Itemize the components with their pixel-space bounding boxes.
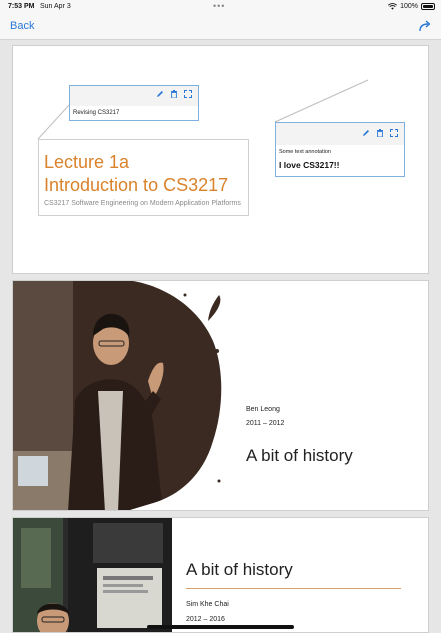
wifi-icon — [388, 3, 398, 10]
speaker-years: 2011 – 2012 — [246, 420, 285, 427]
slide-1[interactable]: Lecture 1a Introduction to CS3217 CS3217… — [12, 45, 429, 274]
slide-2[interactable]: Ben Leong 2011 – 2012 A bit of history — [12, 280, 429, 511]
speaker-photo — [13, 281, 223, 510]
expand-icon[interactable] — [390, 129, 398, 137]
trash-icon[interactable] — [170, 90, 178, 98]
slide-title: Lecture 1a Introduction to CS3217 — [44, 151, 228, 197]
pencil-icon[interactable] — [156, 90, 164, 98]
slide-subtitle: CS3217 Software Engineering on Modern Ap… — [44, 200, 241, 207]
slide-title: A bit of history — [186, 560, 293, 579]
title-divider — [186, 588, 401, 589]
status-time: 7:53 PM — [8, 3, 35, 10]
app-screen: 7:53 PM Sun Apr 3 ••• 100% Back Lecture … — [0, 0, 441, 633]
annotation-tools — [362, 129, 398, 137]
annotation-2-text: I love CS3217!! — [279, 160, 340, 170]
slide-title-line1: Lecture 1a — [44, 152, 130, 172]
nav-bar: Back — [0, 14, 441, 40]
award-photo — [13, 518, 172, 632]
annotation-tools — [156, 90, 192, 98]
speaker-years: 2012 – 2016 — [186, 616, 225, 623]
slide-3[interactable]: A bit of history Sim Khe Chai 2012 – 201… — [12, 517, 429, 633]
multitask-dots[interactable]: ••• — [213, 1, 225, 11]
speaker-name: Sim Khe Chai — [186, 601, 229, 608]
annotation-box-1[interactable]: Revising CS3217 — [69, 85, 199, 121]
battery-icon — [421, 3, 435, 10]
pencil-icon[interactable] — [362, 129, 370, 137]
expand-icon[interactable] — [184, 90, 192, 98]
trash-icon[interactable] — [376, 129, 384, 137]
slide-title-line2: Introduction to CS3217 — [44, 175, 229, 195]
status-date: Sun Apr 3 — [40, 3, 71, 10]
annotation-box-2[interactable]: Some text annotation I love CS3217!! — [275, 122, 405, 177]
status-bar: 7:53 PM Sun Apr 3 ••• 100% — [0, 0, 441, 14]
battery-percent: 100% — [400, 3, 418, 10]
share-icon[interactable] — [418, 19, 432, 33]
back-button[interactable]: Back — [10, 20, 34, 32]
home-indicator[interactable] — [147, 625, 294, 629]
annotation-2-label: Some text annotation — [279, 149, 331, 155]
slide-title: A bit of history — [246, 446, 353, 465]
status-right: 100% — [388, 3, 435, 10]
speaker-name: Ben Leong — [246, 406, 280, 413]
annotation-1-text: Revising CS3217 — [73, 110, 120, 116]
